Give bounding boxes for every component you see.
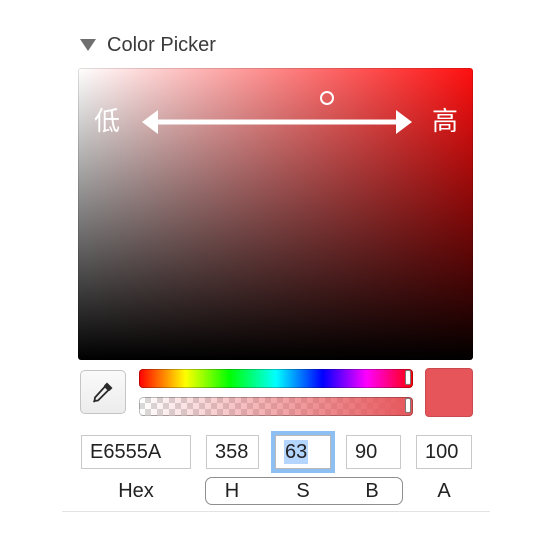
hex-input[interactable]: E6555A [81,435,191,469]
annotation-high-label: 高 [432,107,459,137]
saturation-label: S [296,480,310,502]
saturation-selected-text: 63 [284,440,309,464]
brightness-input[interactable]: 90 [346,435,401,469]
hue-slider-knob[interactable] [405,370,411,385]
alpha-input[interactable]: 100 [416,435,472,469]
current-color-swatch [425,368,473,417]
saturation-brightness-field[interactable]: 低 高 [78,68,473,360]
double-arrow-icon [142,110,412,134]
alpha-slider-knob[interactable] [405,398,411,413]
alpha-label: A [437,480,451,502]
disclosure-triangle-icon[interactable] [80,39,96,51]
color-cursor[interactable] [320,91,334,105]
brightness-label: B [365,480,379,502]
eyedropper-button[interactable] [80,370,126,414]
hue-input[interactable]: 358 [206,435,259,469]
hue-label: H [224,480,240,502]
hex-label: Hex [118,480,154,502]
section-title: Color Picker [107,33,216,56]
section-divider [62,511,490,512]
saturation-input[interactable]: 63 [275,435,331,469]
annotation-low-label: 低 [94,107,121,137]
hue-slider[interactable] [139,369,413,388]
eyedropper-icon [92,382,113,403]
alpha-slider[interactable] [139,397,413,416]
color-picker-header[interactable]: Color Picker [80,33,216,57]
